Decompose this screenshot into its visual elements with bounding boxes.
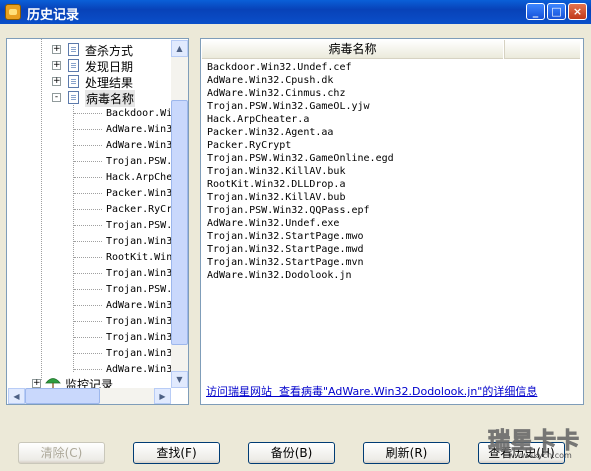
visit-rising-link[interactable]: 访问瑞星网站 [206, 385, 272, 398]
tree-leaf-virus[interactable]: AdWare.Win3 [106, 138, 172, 153]
list-row-virus[interactable]: AdWare.Win32.Dodolook.jn [207, 269, 352, 282]
tree-node-found-date[interactable]: + 发现日期 [7, 58, 167, 74]
tree-line [74, 161, 102, 162]
info-links: 访问瑞星网站 查看病毒"AdWare.Win32.Dodolook.jn"的详细… [206, 383, 537, 399]
tree-leaf-virus[interactable]: AdWare.Win3 [106, 362, 172, 377]
document-icon [68, 59, 79, 72]
list-row-virus[interactable]: Trojan.Win32.KillAV.buk [207, 165, 345, 178]
tree-line [74, 273, 102, 274]
title-bar: 历史记录 _ □ × [0, 0, 591, 24]
expand-toggle[interactable]: + [52, 45, 61, 54]
backup-button[interactable]: 备份(B) [248, 442, 335, 464]
scroll-thumb[interactable] [171, 100, 188, 345]
list-row-virus[interactable]: Trojan.PSW.Win32.QQPass.epf [207, 204, 370, 217]
list-row-virus[interactable]: Trojan.Win32.StartPage.mvn [207, 256, 364, 269]
tree-line [74, 113, 102, 114]
list-row-virus[interactable]: AdWare.Win32.Undef.exe [207, 217, 339, 230]
tree-line [74, 289, 102, 290]
tree-line [74, 321, 102, 322]
document-icon [68, 75, 79, 88]
tree-line [74, 305, 102, 306]
scroll-right-button[interactable]: ▶ [154, 388, 171, 404]
list-row-virus[interactable]: Trojan.Win32.StartPage.mwd [207, 243, 364, 256]
expand-toggle[interactable]: + [32, 379, 41, 388]
tree-line [74, 353, 102, 354]
tree-node-kill-method[interactable]: + 查杀方式 [7, 42, 167, 58]
tree-node-label: 发现日期 [85, 60, 134, 74]
tree-leaf-virus[interactable]: Trojan.Win3 [106, 346, 172, 361]
tree-line [74, 193, 102, 194]
list-row-virus[interactable]: AdWare.Win32.Cpush.dk [207, 74, 333, 87]
scroll-up-button[interactable]: ▲ [171, 40, 188, 57]
virus-list-panel: 病毒名称 Backdoor.Win32.Undef.cef AdWare.Win3… [200, 38, 584, 405]
tree-line [74, 209, 102, 210]
scroll-left-button[interactable]: ◀ [8, 388, 25, 404]
refresh-button[interactable]: 刷新(R) [363, 442, 450, 464]
close-button[interactable]: × [568, 3, 587, 20]
list-row-virus[interactable]: Backdoor.Win32.Undef.cef [207, 61, 352, 74]
tree-node-result[interactable]: + 处理结果 [7, 74, 167, 90]
tree-node-label: 病毒名称 [85, 90, 136, 107]
tree-leaf-virus[interactable]: Packer.Win3 [106, 186, 172, 201]
tree-line [74, 337, 102, 338]
tree-horizontal-scrollbar[interactable]: ◀ ▶ [8, 388, 171, 404]
tree-leaf-virus[interactable]: AdWare.Win3 [106, 298, 172, 313]
list-row-virus[interactable]: Hack.ArpCheater.a [207, 113, 309, 126]
watermark: 瑞星卡卡 www.skycn.com [487, 423, 588, 467]
maximize-button[interactable]: □ [547, 3, 566, 20]
tree-line [74, 369, 102, 370]
list-row-virus[interactable]: Packer.Win32.Agent.aa [207, 126, 333, 139]
tree-line [74, 241, 102, 242]
history-tree-panel[interactable]: + 查杀方式 + 发现日期 + 处理结果 - 病毒名称 Backdoor.Wi A… [6, 38, 189, 405]
list-row-virus[interactable]: Trojan.PSW.Win32.GameOnline.egd [207, 152, 394, 165]
tree-leaf-virus[interactable]: Trojan.PSW. [106, 282, 172, 297]
tree-vertical-scrollbar[interactable]: ▲ ▼ [171, 40, 188, 388]
list-row-virus[interactable]: Packer.RyCrypt [207, 139, 291, 152]
tree-leaf-virus[interactable]: Trojan.Win3 [106, 234, 172, 249]
tree-leaf-virus[interactable]: Trojan.Win3 [106, 330, 172, 345]
list-row-virus[interactable]: RootKit.Win32.DLLDrop.a [207, 178, 345, 191]
tree-leaf-virus[interactable]: RootKit.Win [106, 250, 172, 265]
scroll-thumb[interactable] [25, 388, 100, 404]
list-row-virus[interactable]: Trojan.Win32.KillAV.bub [207, 191, 345, 204]
list-row-virus[interactable]: Trojan.PSW.Win32.GameOL.yjw [207, 100, 370, 113]
tree-leaf-virus[interactable]: Backdoor.Wi [106, 106, 172, 121]
column-header-virus-name[interactable]: 病毒名称 [202, 40, 503, 59]
tree-node-label: 处理结果 [85, 76, 134, 90]
tree-line [73, 102, 74, 372]
tree-leaf-virus[interactable]: Hack.ArpChe [106, 170, 172, 185]
list-row-virus[interactable]: Trojan.Win32.StartPage.mwo [207, 230, 364, 243]
scroll-down-button[interactable]: ▼ [171, 371, 188, 388]
tree-node-virus-name[interactable]: - 病毒名称 [7, 90, 167, 107]
tree-line [74, 129, 102, 130]
view-virus-detail-link[interactable]: 查看病毒"AdWare.Win32.Dodolook.jn"的详细信息 [279, 385, 537, 398]
rising-app-icon [5, 4, 21, 20]
tree-leaf-virus[interactable]: Trojan.PSW. [106, 154, 172, 169]
document-icon [68, 91, 79, 104]
tree-line [74, 177, 102, 178]
tree-line [74, 257, 102, 258]
window-title: 历史记录 [27, 8, 80, 23]
tree-node-label: 查杀方式 [85, 44, 134, 58]
find-button[interactable]: 查找(F) [133, 442, 220, 464]
watermark-url: www.skycn.com [508, 451, 572, 460]
collapse-toggle[interactable]: - [52, 93, 61, 102]
minimize-button[interactable]: _ [526, 3, 545, 20]
column-header-empty[interactable] [504, 40, 580, 59]
tree-leaf-virus[interactable]: Trojan.Win3 [106, 314, 172, 329]
document-icon [68, 43, 79, 56]
list-row-virus[interactable]: AdWare.Win32.Cinmus.chz [207, 87, 345, 100]
tree-leaf-virus[interactable]: Trojan.PSW. [106, 218, 172, 233]
tree-leaf-virus[interactable]: Packer.RyCr [106, 202, 172, 217]
expand-toggle[interactable]: + [52, 61, 61, 70]
expand-toggle[interactable]: + [52, 77, 61, 86]
tree-line [74, 225, 102, 226]
clear-button[interactable]: 清除(C) [18, 442, 105, 464]
tree-leaf-virus[interactable]: AdWare.Win3 [106, 122, 172, 137]
tree-line [74, 145, 102, 146]
tree-leaf-virus[interactable]: Trojan.Win3 [106, 266, 172, 281]
